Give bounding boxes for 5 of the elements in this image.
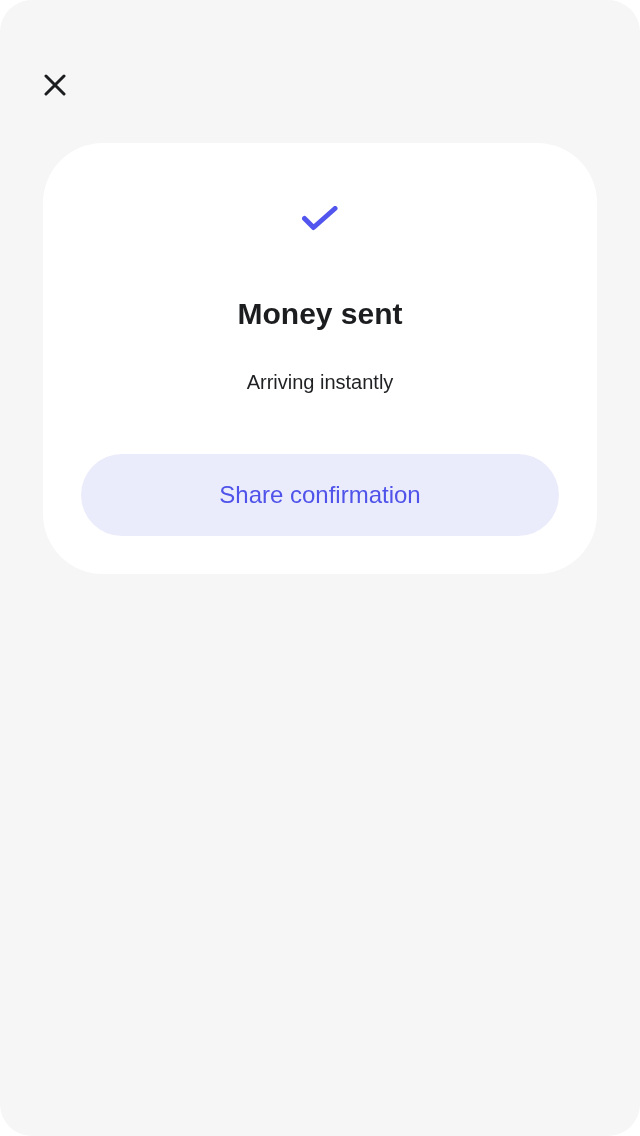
confirmation-title: Money sent: [237, 296, 403, 332]
share-confirmation-button[interactable]: Share confirmation: [81, 454, 559, 536]
close-icon: [44, 74, 66, 96]
confirmation-subtitle: Arriving instantly: [246, 370, 394, 395]
check-icon: [302, 206, 338, 231]
